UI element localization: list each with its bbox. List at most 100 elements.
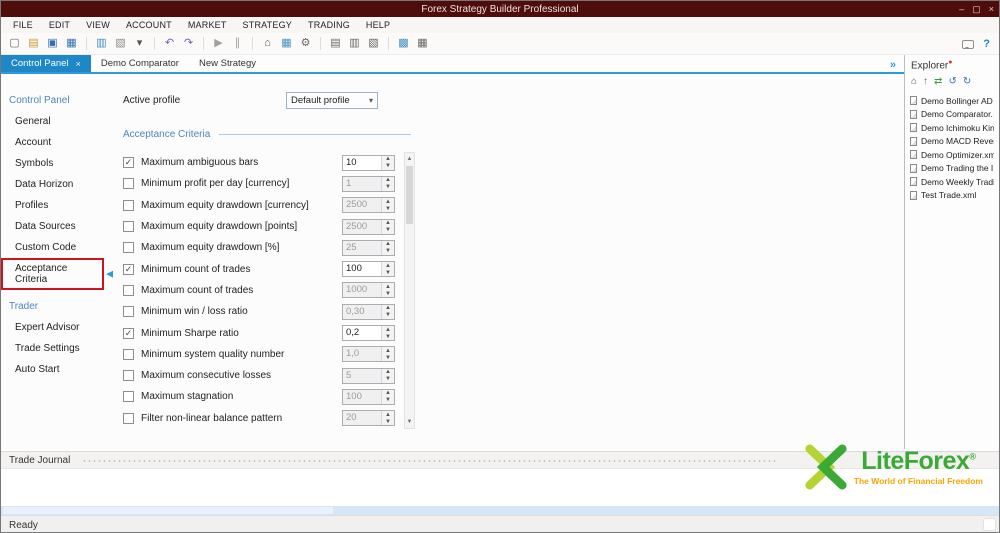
redo-icon[interactable]: ↷ [180, 35, 197, 52]
home-icon[interactable]: ⌂ [911, 77, 917, 87]
tab-overflow-icon[interactable]: » [890, 59, 896, 71]
layout-icon[interactable]: ▧ [365, 35, 382, 52]
checkbox[interactable]: ✓ [123, 327, 134, 339]
minimize-button[interactable]: – [959, 4, 964, 14]
help-icon[interactable]: ? [983, 38, 990, 50]
spinner-value[interactable]: 0,2 [343, 326, 381, 341]
spinner-up-icon[interactable]: ▲ [382, 155, 394, 163]
undo-icon[interactable]: ↶ [161, 35, 178, 52]
indicators-grid-icon[interactable]: ▦ [278, 35, 295, 52]
checkbox[interactable]: ✓ [123, 157, 134, 169]
checkbox[interactable] [123, 391, 134, 403]
journal-chart-icon[interactable]: ▥ [93, 35, 110, 52]
new-document-icon[interactable]: ▢ [6, 35, 23, 52]
sidebar-item-acceptance-criteria[interactable]: Acceptance Criteria ◀ [1, 258, 113, 290]
spinner-up-icon[interactable]: ▲ [382, 176, 394, 184]
spinner-value[interactable]: 20 [343, 411, 381, 426]
scroll-up-icon[interactable]: ▲ [407, 153, 413, 165]
spinner-value[interactable]: 1,0 [343, 347, 381, 362]
checkbox[interactable] [123, 221, 134, 233]
sidebar-item-account[interactable]: Account [1, 132, 111, 153]
play-icon[interactable]: ▶ [210, 35, 227, 52]
sidebar-item-custom-code[interactable]: Custom Code [1, 237, 111, 258]
spinner-value[interactable]: 0,30 [343, 304, 381, 319]
criteria-scrollbar[interactable]: ▲ ▼ [404, 152, 415, 429]
spinner-up-icon[interactable]: ▲ [382, 347, 394, 355]
explorer-file-item[interactable]: Demo Weekly Tradi [910, 175, 994, 188]
spinner-up-icon[interactable]: ▲ [382, 283, 394, 291]
account-table-icon[interactable]: ▥ [346, 35, 363, 52]
sidebar-item-data-horizon[interactable]: Data Horizon [1, 174, 111, 195]
journal-list-icon[interactable]: ▤ [327, 35, 344, 52]
maximize-button[interactable]: ▢ [972, 4, 981, 15]
spinner-down-icon[interactable]: ▼ [382, 183, 394, 191]
checkbox[interactable] [123, 370, 134, 382]
menu-item-account[interactable]: ACCOUNT [118, 18, 180, 32]
explorer-file-item[interactable]: Demo Ichimoku Kin [910, 121, 994, 134]
splitter-grip[interactable] [82, 458, 776, 462]
explorer-file-item[interactable]: Demo Bollinger AD [910, 94, 994, 107]
sidebar-item-trade-settings[interactable]: Trade Settings [1, 338, 111, 359]
tab-demo-comparator[interactable]: Demo Comparator [91, 55, 189, 72]
explorer-file-item[interactable]: Test Trade.xml [910, 189, 994, 202]
explorer-file-item[interactable]: Demo Optimizer.xml [910, 148, 994, 161]
feedback-bubble-icon[interactable] [962, 39, 975, 49]
back-icon[interactable]: ↺ [948, 77, 956, 87]
spinner-value[interactable]: 5 [343, 368, 381, 383]
home-icon[interactable]: ⌂ [259, 35, 276, 52]
scroll-down-icon[interactable]: ▼ [407, 416, 413, 428]
spinner-down-icon[interactable]: ▼ [382, 311, 394, 319]
sidebar-item-profiles[interactable]: Profiles [1, 195, 111, 216]
menu-item-strategy[interactable]: STRATEGY [235, 18, 300, 32]
open-folder-icon[interactable]: ▤ [25, 35, 42, 52]
spinner-value[interactable]: 2500 [343, 198, 381, 213]
close-button[interactable]: × [989, 4, 994, 14]
spinner-down-icon[interactable]: ▼ [382, 354, 394, 362]
checkbox[interactable] [123, 306, 134, 318]
sidebar-item-symbols[interactable]: Symbols [1, 153, 111, 174]
spinner-up-icon[interactable]: ▲ [382, 411, 394, 419]
spinner-up-icon[interactable]: ▲ [382, 240, 394, 248]
spinner-value[interactable]: 10 [343, 155, 381, 170]
spinner-down-icon[interactable]: ▼ [382, 418, 394, 426]
pause-icon[interactable]: ∥ [229, 35, 246, 52]
explorer-file-item[interactable]: Demo Trading the I [910, 162, 994, 175]
sidebar-item-expert-advisor[interactable]: Expert Advisor [1, 317, 111, 338]
dropdown-caret-icon[interactable]: ▾ [131, 35, 148, 52]
checkbox[interactable]: ✓ [123, 263, 134, 275]
spinner-up-icon[interactable]: ▲ [382, 389, 394, 397]
checkbox[interactable] [123, 178, 134, 190]
spinner-down-icon[interactable]: ▼ [382, 396, 394, 404]
menu-item-market[interactable]: MARKET [180, 18, 235, 32]
comparator-chart-icon[interactable]: ▩ [395, 35, 412, 52]
sidebar-item-auto-start[interactable]: Auto Start [1, 359, 111, 380]
spinner-value[interactable]: 1 [343, 176, 381, 191]
spinner-up-icon[interactable]: ▲ [382, 219, 394, 227]
checkbox[interactable] [123, 284, 134, 296]
checkbox[interactable] [123, 199, 134, 211]
checkbox[interactable] [123, 412, 134, 424]
up-icon[interactable]: ↑ [923, 77, 928, 87]
horizontal-scrollbar[interactable] [1, 506, 999, 515]
copy-strategy-icon[interactable]: ▧ [112, 35, 129, 52]
spinner-down-icon[interactable]: ▼ [382, 269, 394, 277]
explorer-file-item[interactable]: Demo MACD Rever [910, 135, 994, 148]
tab-new-strategy[interactable]: New Strategy [189, 55, 266, 72]
spinner-up-icon[interactable]: ▲ [382, 326, 394, 334]
menu-item-trading[interactable]: TRADING [300, 18, 358, 32]
tab-close-icon[interactable]: × [76, 59, 81, 69]
spinner-down-icon[interactable]: ▼ [382, 375, 394, 383]
spinner-down-icon[interactable]: ▼ [382, 226, 394, 234]
spinner-down-icon[interactable]: ▼ [382, 333, 394, 341]
horizontal-scrollbar-thumb[interactable] [3, 507, 333, 514]
gear-icon[interactable]: ⚙ [297, 35, 314, 52]
menu-item-view[interactable]: VIEW [78, 18, 118, 32]
resize-grip[interactable] [983, 518, 996, 531]
spinner-up-icon[interactable]: ▲ [382, 368, 394, 376]
save-icon[interactable]: ▣ [44, 35, 61, 52]
forward-icon[interactable]: ↻ [963, 77, 971, 87]
spinner-up-icon[interactable]: ▲ [382, 262, 394, 270]
spinner-up-icon[interactable]: ▲ [382, 304, 394, 312]
menu-item-file[interactable]: FILE [5, 18, 41, 32]
sidebar-item-data-sources[interactable]: Data Sources [1, 216, 111, 237]
